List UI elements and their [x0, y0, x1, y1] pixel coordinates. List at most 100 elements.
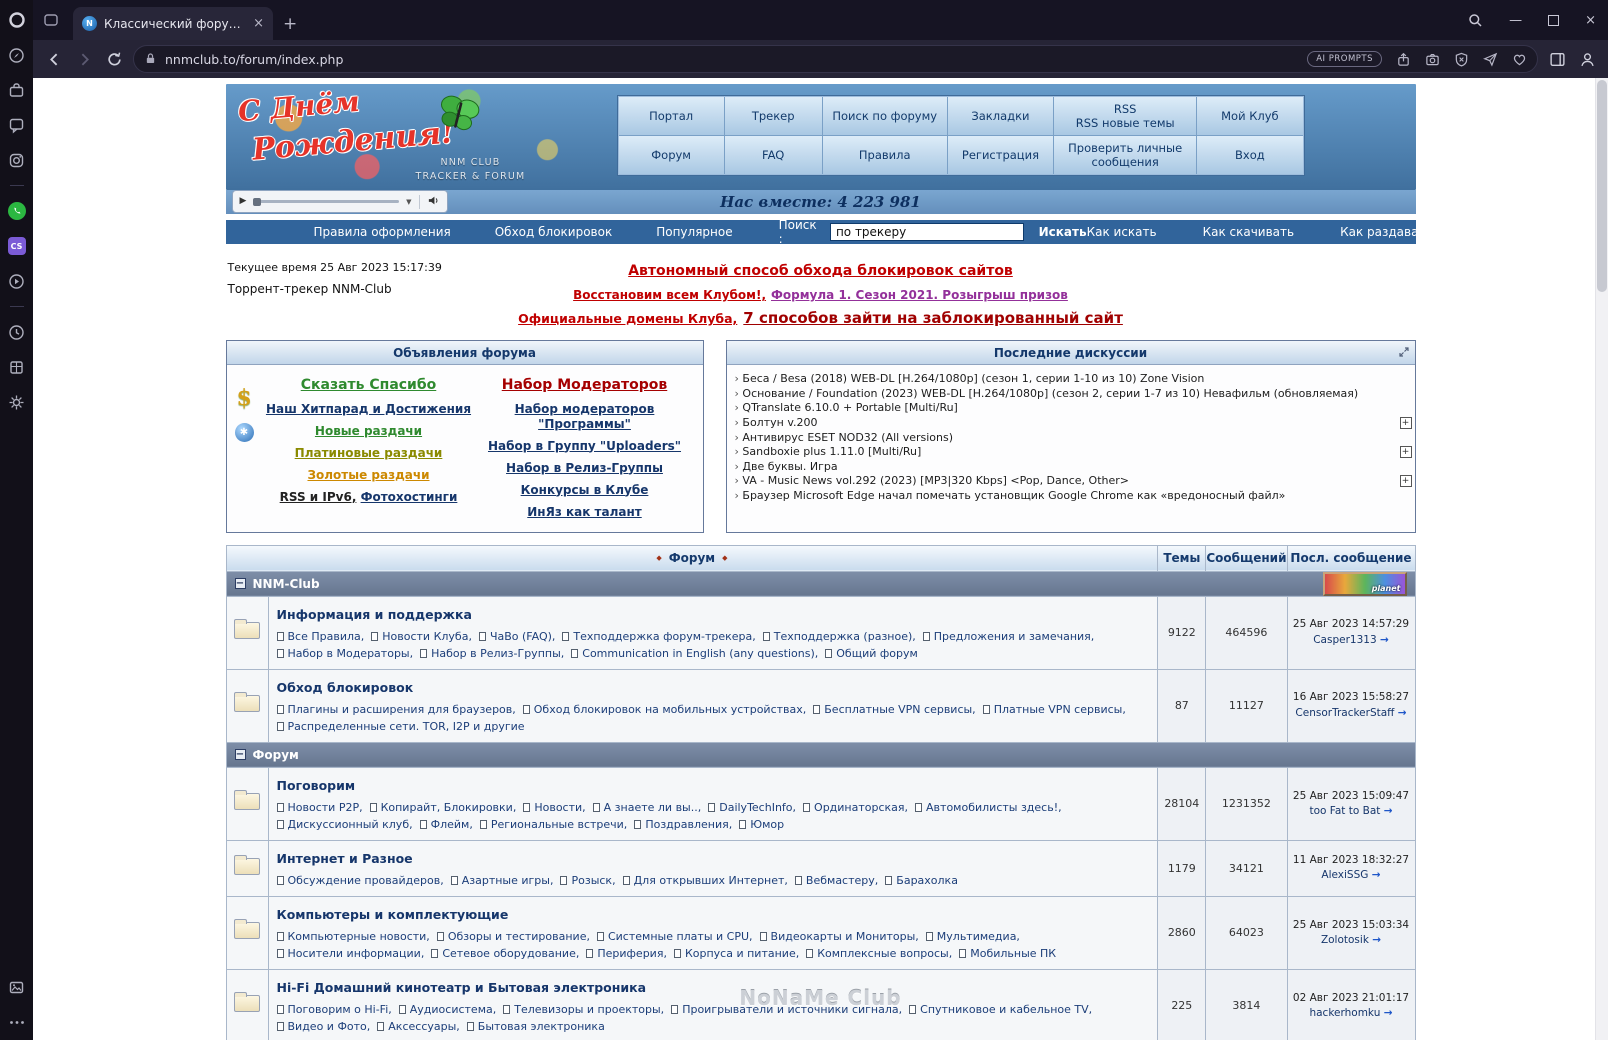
subforum-link[interactable]: Комплексные вопросы,	[806, 945, 952, 962]
last-post-user[interactable]: CensorTrackerStaff	[1295, 707, 1394, 719]
latest-post-icon[interactable]: →	[1372, 869, 1381, 881]
menu-tracker[interactable]: Трекер	[724, 97, 822, 135]
ai-prompts-button[interactable]: AI PROMPTS	[1307, 51, 1382, 67]
cs-icon[interactable]: CS	[7, 236, 27, 256]
shield-blocker-icon[interactable]	[1454, 52, 1469, 67]
menu-my-club[interactable]: Мой Клуб	[1197, 97, 1303, 135]
subforum-link[interactable]: Все Правила,	[276, 628, 364, 645]
subforum-link[interactable]: Поговорим о Hi-Fi,	[276, 1001, 392, 1018]
forum-link[interactable]: Интернет и Разное	[277, 851, 413, 866]
subforum-link[interactable]: Видео и Фото,	[276, 1018, 370, 1035]
audio-player[interactable]: ▶ ▼	[231, 190, 448, 213]
subforum-link[interactable]: Платные VPN сервисы,	[982, 701, 1126, 718]
play-icon[interactable]	[7, 271, 27, 291]
compass-icon[interactable]	[7, 45, 27, 65]
forum-link[interactable]: Поговорим	[277, 778, 356, 793]
tab-cycler-icon[interactable]	[43, 12, 59, 32]
discussion-topic[interactable]: Основание / Foundation (2023) WEB-DL [H.…	[735, 387, 1395, 402]
subforum-link[interactable]: Communication in English (any questions)…	[571, 645, 818, 662]
history-clock-icon[interactable]	[7, 322, 27, 342]
last-post-user[interactable]: AlexiSSG	[1321, 869, 1368, 881]
latest-post-icon[interactable]: →	[1380, 634, 1389, 646]
lock-icon[interactable]	[144, 50, 157, 69]
subnav-how-to-seed[interactable]: Как раздавать	[1340, 225, 1432, 239]
sidebar-panel-icon[interactable]	[1546, 48, 1568, 70]
subforum-link[interactable]: Новости,	[523, 799, 586, 816]
subforum-link[interactable]: Для открывших Интернет,	[622, 872, 788, 889]
tracker-search-input[interactable]	[829, 223, 1024, 241]
last-post-user[interactable]: too Fat to Bat	[1309, 805, 1380, 817]
planet-logo[interactable]: planet	[1322, 571, 1407, 596]
subforum-link[interactable]: Периферия,	[586, 945, 667, 962]
menu-rules[interactable]: Правила	[822, 136, 947, 174]
link-uploaders-group[interactable]: Набор в Группу "Uploaders"	[488, 439, 681, 454]
discussion-topic[interactable]: Две буквы. Игра	[735, 460, 1395, 475]
last-post-user[interactable]: Casper1313	[1313, 634, 1376, 646]
link-club-contests[interactable]: Конкурсы в Клубе	[521, 483, 649, 498]
subforum-link[interactable]: Плагины и расширения для браузеров,	[276, 701, 516, 718]
star-icon[interactable]: ✱	[234, 423, 254, 442]
subforum-link[interactable]: Региональные встречи,	[479, 816, 627, 833]
subnav-popular[interactable]: Популярное	[656, 225, 732, 239]
discussion-topic[interactable]: Браузер Microsoft Edge начал помечать ус…	[735, 489, 1395, 504]
column-header-forum[interactable]: ◆ Форум ◆	[225, 544, 1159, 572]
subforum-link[interactable]: Носители информации,	[276, 945, 424, 962]
snapshot-image-icon[interactable]	[7, 977, 27, 997]
last-post-user[interactable]: hackerhomku	[1309, 1007, 1380, 1019]
expand-plus-icon[interactable]: +	[1399, 417, 1412, 429]
forum-link[interactable]: Hi-Fi Домашний кинотеатр и Бытовая элект…	[277, 980, 647, 995]
new-tab-button[interactable]: +	[283, 14, 297, 40]
chat-icon[interactable]	[7, 115, 27, 135]
collapse-minus-icon[interactable]: −	[234, 749, 246, 761]
subforum-link[interactable]: Набор в Модераторы,	[276, 645, 413, 662]
subforum-link[interactable]: Видеокарты и Мониторы,	[759, 928, 919, 945]
last-post-user[interactable]: Zolotosik	[1321, 934, 1369, 946]
minimize-button[interactable]: —	[1509, 13, 1522, 28]
back-icon[interactable]	[43, 48, 65, 70]
opera-logo-icon[interactable]	[7, 10, 27, 30]
discussion-topic[interactable]: VA - Music News vol.292 (2023) [MP3|320 …	[735, 474, 1395, 489]
subforum-link[interactable]: Компьютерные новости,	[276, 928, 430, 945]
search-icon[interactable]	[1468, 13, 1483, 28]
subforum-link[interactable]: Техподдержка (разное),	[762, 628, 916, 645]
subforum-link[interactable]: Распределенные сети. TOR, I2P и другие	[276, 718, 525, 735]
subforum-link[interactable]: Обход блокировок на мобильных устройства…	[522, 701, 806, 718]
link-moderators-recruit[interactable]: Набор Модераторов	[502, 377, 668, 395]
profile-icon[interactable]	[1576, 48, 1598, 70]
subforum-link[interactable]: Вебмастеру,	[794, 872, 878, 889]
maximize-button[interactable]	[1548, 14, 1560, 26]
subnav-bypass-blocks[interactable]: Обход блокировок	[495, 225, 612, 239]
notice-restore-club[interactable]: Восстановим всем Клубом!,	[573, 288, 766, 302]
menu-forum-search[interactable]: Поиск по форуму	[822, 97, 947, 135]
link-hitparade[interactable]: Наш Хитпарад и Достижения	[266, 402, 471, 417]
link-photohosting[interactable]: Фотохостинги	[361, 490, 458, 504]
scrollbar-thumb[interactable]	[1597, 80, 1607, 292]
latest-post-icon[interactable]: →	[1384, 805, 1393, 817]
subforum-link[interactable]: Новости P2P,	[276, 799, 363, 816]
discussion-topic[interactable]: Болтун v.200	[735, 416, 1395, 431]
notice-autonomous-bypass[interactable]: Автономный способ обхода блокировок сайт…	[628, 263, 1013, 279]
menu-login[interactable]: Вход	[1197, 136, 1303, 174]
reload-icon[interactable]	[103, 48, 125, 70]
briefcase-icon[interactable]	[7, 80, 27, 100]
forum-link[interactable]: Компьютеры и комплектующие	[277, 907, 509, 922]
notice-7-ways[interactable]: 7 способов зайти на заблокированный сайт	[743, 309, 1123, 327]
forward-icon[interactable]	[73, 48, 95, 70]
player-dropdown-icon[interactable]: ▼	[406, 198, 411, 206]
address-bar[interactable]: nnmclub.to/forum/index.php AI PROMPTS	[133, 45, 1538, 73]
subforum-link[interactable]: Техподдержка форум-трекера,	[562, 628, 756, 645]
player-seek-thumb[interactable]	[253, 197, 262, 206]
subforum-link[interactable]: Предложения и замечания,	[922, 628, 1094, 645]
whatsapp-icon[interactable]	[7, 201, 27, 221]
camera-social-icon[interactable]	[7, 150, 27, 170]
discussion-topic[interactable]: Sandboxie plus 1.11.0 [Multi/Ru]	[735, 445, 1395, 460]
panel-toggle-icon[interactable]	[1398, 346, 1410, 361]
search-submit-button[interactable]: Искать	[1039, 225, 1087, 239]
forum-link[interactable]: Информация и поддержка	[277, 607, 472, 622]
subforum-link[interactable]: Общий форум	[825, 645, 918, 662]
send-paperplane-icon[interactable]	[1483, 52, 1498, 67]
collapse-minus-icon[interactable]: −	[234, 578, 246, 589]
menu-private-messages[interactable]: Проверить личные сообщения	[1054, 136, 1197, 174]
subforum-link[interactable]: А знаете ли вы..,	[592, 799, 701, 816]
link-say-thanks[interactable]: Сказать Спасибо	[301, 377, 437, 395]
